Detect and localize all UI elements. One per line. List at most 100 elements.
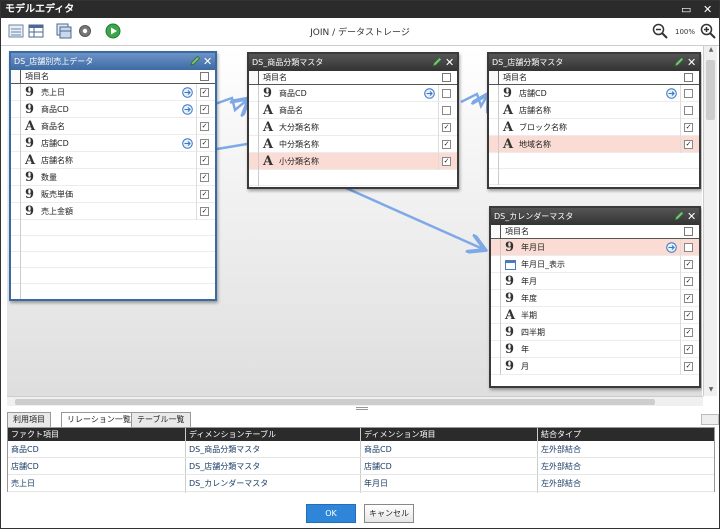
column-row[interactable]: 9 店舗CD — [489, 85, 699, 102]
close-window-icon[interactable]: ✕ — [703, 1, 712, 18]
table-node[interactable]: DS_店舗別売上データ ✕ 項目名 9 売上日 ✓ 9 商品CD ✓ A 商品名… — [9, 51, 217, 301]
column-row[interactable]: 9 売上金額 ✓ — [11, 203, 215, 220]
remove-table-icon[interactable]: ✕ — [687, 208, 696, 225]
column-checkbox[interactable]: ✓ — [442, 157, 451, 166]
relation-row[interactable]: 売上日 DS_カレンダーマスタ 年月日 左外部結合 — [8, 475, 714, 492]
column-row[interactable]: 9 商品CD ✓ — [11, 101, 215, 118]
select-all-checkbox[interactable] — [442, 73, 451, 82]
column-row[interactable]: 9 年 ✓ — [491, 341, 699, 358]
column-row[interactable]: A 大分類名称 ✓ — [249, 119, 457, 136]
remove-table-icon[interactable]: ✕ — [687, 54, 696, 71]
column-checkbox[interactable]: ✓ — [442, 123, 451, 132]
edit-pencil-icon[interactable] — [431, 56, 443, 68]
column-checkbox[interactable] — [442, 89, 451, 98]
select-all-checkbox[interactable] — [684, 73, 693, 82]
select-all-checkbox[interactable] — [684, 227, 693, 236]
column-row[interactable]: A 地域名称 ✓ — [489, 136, 699, 153]
column-row[interactable]: 9 四半期 ✓ — [491, 324, 699, 341]
column-checkbox[interactable] — [684, 243, 693, 252]
join-key-icon[interactable] — [182, 87, 193, 98]
column-row[interactable]: 9 年月 ✓ — [491, 273, 699, 290]
column-checkbox[interactable]: ✓ — [684, 294, 693, 303]
column-row[interactable]: 9 月 ✓ — [491, 358, 699, 375]
column-row[interactable]: A 商品名 — [249, 102, 457, 119]
cancel-button[interactable]: キャンセル — [364, 504, 414, 523]
column-row[interactable]: A 半期 ✓ — [491, 307, 699, 324]
join-key-icon[interactable] — [666, 242, 677, 253]
column-row[interactable]: A 店舗名称 — [489, 102, 699, 119]
column-checkbox[interactable]: ✓ — [200, 122, 209, 131]
column-row[interactable]: A 中分類名称 ✓ — [249, 136, 457, 153]
column-row[interactable]: 9 数量 ✓ — [11, 169, 215, 186]
table-node-header[interactable]: DS_店舗別売上データ ✕ — [11, 53, 215, 70]
scroll-up-icon[interactable]: ▲ — [704, 46, 718, 56]
column-checkbox[interactable]: ✓ — [684, 140, 693, 149]
minimize-icon[interactable]: ▭ — [681, 1, 691, 18]
table-node[interactable]: DS_店舗分類マスタ ✕ 項目名 9 店舗CD A 店舗名称 A ブロック名称 … — [487, 52, 701, 189]
relation-row[interactable]: 商品CD DS_商品分類マスタ 商品CD 左外部結合 — [8, 441, 714, 458]
column-row[interactable]: A 商品名 ✓ — [11, 118, 215, 135]
column-row[interactable]: 9 店舗CD ✓ — [11, 135, 215, 152]
remove-table-icon[interactable]: ✕ — [203, 53, 212, 70]
column-row[interactable]: 9 販売単価 ✓ — [11, 186, 215, 203]
column-checkbox[interactable]: ✓ — [684, 123, 693, 132]
scroll-down-icon[interactable]: ▼ — [704, 386, 718, 396]
relation-line-product[interactable] — [214, 98, 247, 110]
column-row[interactable]: 9 年度 ✓ — [491, 290, 699, 307]
tab-table-list[interactable]: テーブル一覧 — [131, 412, 191, 427]
table-node[interactable]: DS_商品分類マスタ ✕ 項目名 9 商品CD A 商品名 A 大分類名称 ✓ … — [247, 52, 459, 189]
edit-pencil-icon[interactable] — [673, 210, 685, 222]
column-checkbox[interactable]: ✓ — [442, 140, 451, 149]
join-key-icon[interactable] — [182, 104, 193, 115]
table-node-header[interactable]: DS_カレンダーマスタ ✕ — [491, 208, 699, 225]
column-checkbox[interactable]: ✓ — [200, 173, 209, 182]
column-checkbox[interactable] — [684, 89, 693, 98]
table-node[interactable]: DS_カレンダーマスタ ✕ 項目名 9 年月日 年月日_表示 ✓ 9 年月 ✓ … — [489, 206, 701, 388]
column-checkbox[interactable]: ✓ — [684, 277, 693, 286]
horizontal-scroll-thumb[interactable] — [15, 399, 655, 405]
column-checkbox[interactable] — [684, 106, 693, 115]
relation-line-calendar[interactable] — [336, 182, 483, 249]
relation-row[interactable]: 店舗CD DS_店舗分類マスタ 店舗CD 左外部結合 — [8, 458, 714, 475]
column-checkbox[interactable]: ✓ — [200, 105, 209, 114]
column-row[interactable]: 年月日_表示 ✓ — [491, 256, 699, 273]
remove-table-icon[interactable]: ✕ — [445, 54, 454, 71]
column-checkbox[interactable]: ✓ — [684, 260, 693, 269]
edit-pencil-icon[interactable] — [189, 55, 201, 67]
vertical-scroll-thumb[interactable] — [706, 60, 715, 120]
diagram-canvas[interactable]: DS_店舗別売上データ ✕ 項目名 9 売上日 ✓ 9 商品CD ✓ A 商品名… — [7, 46, 702, 396]
table-node-header[interactable]: DS_店舗分類マスタ ✕ — [489, 54, 699, 71]
relation-line-store-master[interactable] — [460, 94, 487, 106]
edit-pencil-icon[interactable] — [673, 56, 685, 68]
table-node-header[interactable]: DS_商品分類マスタ ✕ — [249, 54, 457, 71]
ok-button[interactable]: OK — [306, 504, 356, 523]
relation-line-store[interactable] — [216, 142, 248, 151]
panel-splitter-handle[interactable] — [356, 407, 368, 410]
panel-minimize-button[interactable] — [701, 414, 719, 425]
tab-used-items[interactable]: 利用項目 — [7, 412, 51, 427]
zoom-out-icon[interactable] — [652, 23, 668, 39]
column-row[interactable]: 9 年月日 — [491, 239, 699, 256]
column-checkbox[interactable]: ✓ — [684, 311, 693, 320]
vertical-scrollbar[interactable]: ▲ ▼ — [703, 46, 717, 396]
column-row[interactable]: A 店舗名称 ✓ — [11, 152, 215, 169]
join-key-icon[interactable] — [182, 138, 193, 149]
join-key-icon[interactable] — [424, 88, 435, 99]
column-checkbox[interactable]: ✓ — [200, 207, 209, 216]
column-row[interactable]: A 小分類名称 ✓ — [249, 153, 457, 170]
select-all-checkbox[interactable] — [200, 72, 209, 81]
horizontal-scrollbar[interactable] — [7, 396, 703, 406]
column-checkbox[interactable]: ✓ — [200, 156, 209, 165]
column-checkbox[interactable]: ✓ — [684, 328, 693, 337]
column-row[interactable]: A ブロック名称 ✓ — [489, 119, 699, 136]
column-checkbox[interactable] — [442, 106, 451, 115]
zoom-in-icon[interactable] — [700, 23, 716, 39]
column-checkbox[interactable]: ✓ — [200, 190, 209, 199]
tab-relations[interactable]: リレーション一覧 — [61, 412, 137, 427]
column-row[interactable]: 9 売上日 ✓ — [11, 84, 215, 101]
column-checkbox[interactable]: ✓ — [684, 362, 693, 371]
column-checkbox[interactable]: ✓ — [200, 139, 209, 148]
column-checkbox[interactable]: ✓ — [684, 345, 693, 354]
column-checkbox[interactable]: ✓ — [200, 88, 209, 97]
column-row[interactable]: 9 商品CD — [249, 85, 457, 102]
